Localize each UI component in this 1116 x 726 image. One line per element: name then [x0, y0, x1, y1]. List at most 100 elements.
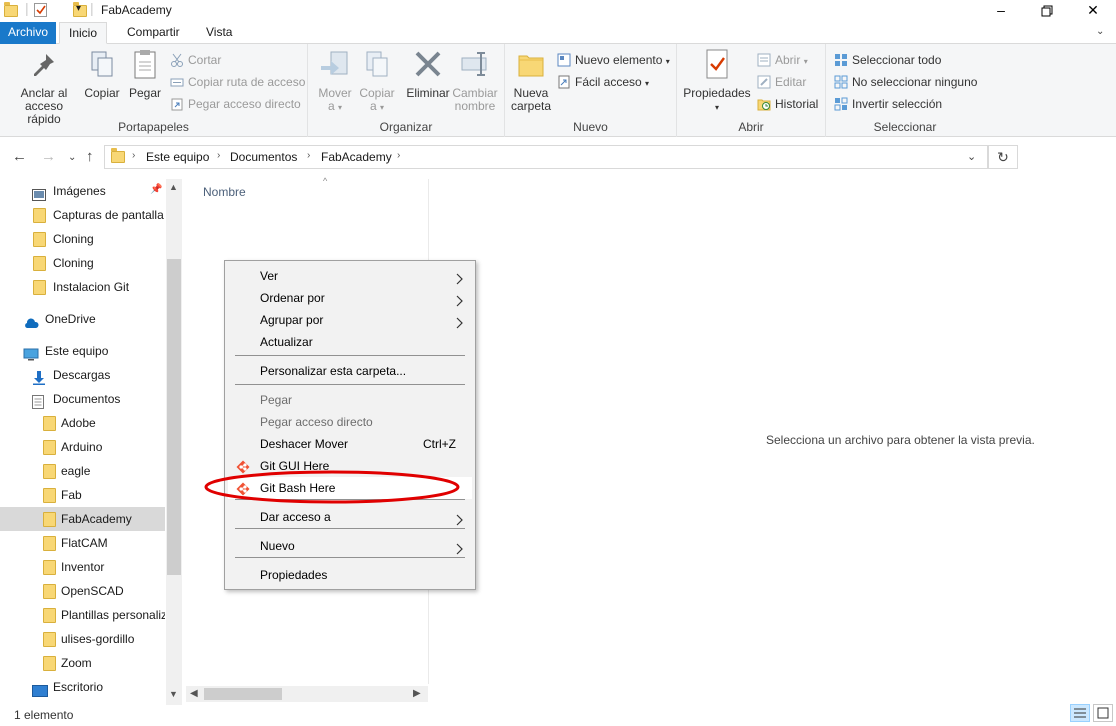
breadcrumb-documentos[interactable]: Documentos: [230, 150, 297, 164]
sidebar-item-instalacion-git[interactable]: Instalacion Git: [0, 275, 165, 299]
move-to-button[interactable]: Mover a ▾: [316, 48, 354, 114]
tab-compartir[interactable]: Compartir: [118, 22, 189, 44]
easy-access-icon: [557, 75, 571, 89]
column-header-nombre[interactable]: Nombre: [203, 185, 246, 199]
paste-button[interactable]: Pegar: [126, 48, 164, 100]
open-button[interactable]: Abrir ▾: [757, 51, 808, 69]
folder-icon: [43, 415, 56, 435]
invert-selection-button[interactable]: Invertir selección: [834, 95, 942, 113]
history-button[interactable]: Historial: [757, 95, 818, 113]
folder-icon: [33, 279, 46, 299]
sidebar-item-cloning[interactable]: Cloning: [0, 251, 165, 275]
menu-shortcut: Ctrl+Z: [423, 437, 456, 451]
group-label: Organizar: [379, 120, 433, 134]
sidebar-item-label: eagle: [61, 464, 91, 478]
details-view-button[interactable]: [1070, 704, 1090, 722]
sidebar-item-imágenes[interactable]: Imágenes: [0, 179, 165, 203]
menu-item-agrupar-por[interactable]: Agrupar por: [228, 309, 472, 331]
sidebar-scroll-thumb[interactable]: [167, 259, 181, 575]
copy-to-button[interactable]: Copiar a ▾: [358, 48, 396, 114]
copy-path-button[interactable]: Copiar ruta de acceso: [170, 73, 305, 91]
sidebar-item-inventor[interactable]: Inventor: [0, 555, 165, 579]
menu-item-pegar[interactable]: Pegar: [228, 389, 472, 411]
move-label-2: a: [327, 99, 335, 113]
menu-item-dar-acceso-a[interactable]: Dar acceso a: [228, 506, 472, 528]
edit-button[interactable]: Editar: [757, 73, 806, 91]
scroll-down-icon[interactable]: ▼: [169, 689, 178, 699]
cut-button[interactable]: Cortar: [170, 51, 221, 69]
menu-item-ordenar-por[interactable]: Ordenar por: [228, 287, 472, 309]
horizontal-scroll-thumb[interactable]: [204, 688, 282, 700]
tab-inicio[interactable]: Inicio: [59, 22, 108, 44]
sidebar-item-openscad[interactable]: OpenSCAD: [0, 579, 165, 603]
delete-button[interactable]: Eliminar: [406, 48, 450, 100]
copy-button[interactable]: Copiar: [84, 48, 120, 100]
breadcrumb-este-equipo[interactable]: Este equipo: [146, 150, 209, 164]
rename-label: Cambiar: [452, 86, 498, 100]
scroll-right-icon[interactable]: ▶: [413, 688, 421, 699]
new-item-label: Nuevo elemento: [575, 53, 663, 67]
new-item-button[interactable]: Nuevo elemento ▾: [557, 51, 670, 69]
large-icons-view-button[interactable]: [1093, 704, 1113, 722]
menu-item-propiedades[interactable]: Propiedades: [228, 564, 472, 586]
select-all-label: Seleccionar todo: [852, 53, 942, 67]
sidebar-item-plantillas-personaliz[interactable]: Plantillas personaliz: [0, 603, 165, 627]
sidebar-item-arduino[interactable]: Arduino: [0, 435, 165, 459]
tab-vista[interactable]: Vista: [197, 22, 241, 44]
sidebar-item-adobe[interactable]: Adobe: [0, 411, 165, 435]
address-dropdown-icon[interactable]: ⌄: [967, 150, 976, 163]
forward-button[interactable]: →: [41, 148, 56, 165]
history-icon: [757, 97, 771, 111]
minimize-button[interactable]: –: [978, 0, 1024, 22]
paste-shortcut-button[interactable]: Pegar acceso directo: [170, 95, 301, 113]
scroll-up-icon[interactable]: ▲: [169, 182, 178, 192]
path-icon: [170, 75, 184, 89]
menu-item-ver[interactable]: Ver: [228, 265, 472, 287]
new-item-icon: [557, 53, 571, 67]
folder-icon: [43, 607, 56, 627]
sidebar-item-eagle[interactable]: eagle: [0, 459, 165, 483]
rename-button[interactable]: Cambiar nombre: [452, 48, 498, 113]
refresh-button[interactable]: ↻: [988, 145, 1018, 169]
sidebar-item-label: Cloning: [53, 256, 94, 270]
sidebar-item-onedrive[interactable]: OneDrive: [0, 307, 165, 331]
close-button[interactable]: ✕: [1070, 0, 1116, 22]
menu-item-pegar-acceso-directo[interactable]: Pegar acceso directo: [228, 411, 472, 433]
breadcrumb-fabacademy[interactable]: FabAcademy: [321, 150, 392, 164]
menu-item-actualizar[interactable]: Actualizar: [228, 331, 472, 353]
history-label: Historial: [775, 97, 819, 111]
computer-icon: [23, 345, 39, 363]
up-button[interactable]: ↑: [86, 148, 94, 165]
menu-item-deshacer-mover[interactable]: Deshacer Mover Ctrl+Z: [228, 433, 472, 455]
folder-icon: [4, 2, 18, 17]
menu-item-nuevo[interactable]: Nuevo: [228, 535, 472, 557]
scroll-left-icon[interactable]: ◀: [190, 688, 198, 699]
select-none-button[interactable]: No seleccionar ninguno: [834, 73, 977, 91]
maximize-button[interactable]: [1024, 0, 1070, 22]
sidebar-item-fab[interactable]: Fab: [0, 483, 165, 507]
sidebar-item-capturas-de-pantalla[interactable]: Capturas de pantalla: [0, 203, 165, 227]
recent-locations-icon[interactable]: ⌄: [68, 152, 76, 163]
properties-quick-icon[interactable]: [34, 3, 47, 17]
back-button[interactable]: ←: [12, 148, 27, 165]
sidebar-item-este-equipo[interactable]: Este equipo: [0, 339, 165, 363]
sidebar-item-fabacademy[interactable]: FabAcademy: [0, 507, 165, 531]
sidebar-item-descargas[interactable]: Descargas: [0, 363, 165, 387]
sidebar-item-escritorio[interactable]: Escritorio: [0, 675, 165, 699]
new-folder-button[interactable]: Nueva carpeta: [511, 48, 551, 113]
sidebar-item-zoom[interactable]: Zoom: [0, 651, 165, 675]
select-all-button[interactable]: Seleccionar todo: [834, 51, 941, 69]
quick-access-dropdown-icon[interactable]: ▾: [76, 3, 81, 14]
sidebar-item-documentos[interactable]: Documentos: [0, 387, 165, 411]
sidebar-item-cloning[interactable]: Cloning: [0, 227, 165, 251]
menu-item-personalizar-esta-carpeta[interactable]: Personalizar esta carpeta...: [228, 360, 472, 382]
sidebar-item-flatcam[interactable]: FlatCAM: [0, 531, 165, 555]
properties-button[interactable]: Propiedades ▾: [683, 48, 751, 114]
sidebar-item-ulises-gordillo[interactable]: ulises-gordillo: [0, 627, 165, 651]
pin-quick-access-button[interactable]: Anclar al acceso rápido: [8, 48, 80, 126]
open-icon: [757, 53, 771, 67]
easy-access-button[interactable]: Fácil acceso ▾: [557, 73, 649, 91]
sort-ascending-icon: ^: [323, 176, 328, 186]
tab-archivo[interactable]: Archivo: [0, 22, 56, 44]
ribbon-expand-icon[interactable]: ⌄: [1096, 26, 1104, 37]
